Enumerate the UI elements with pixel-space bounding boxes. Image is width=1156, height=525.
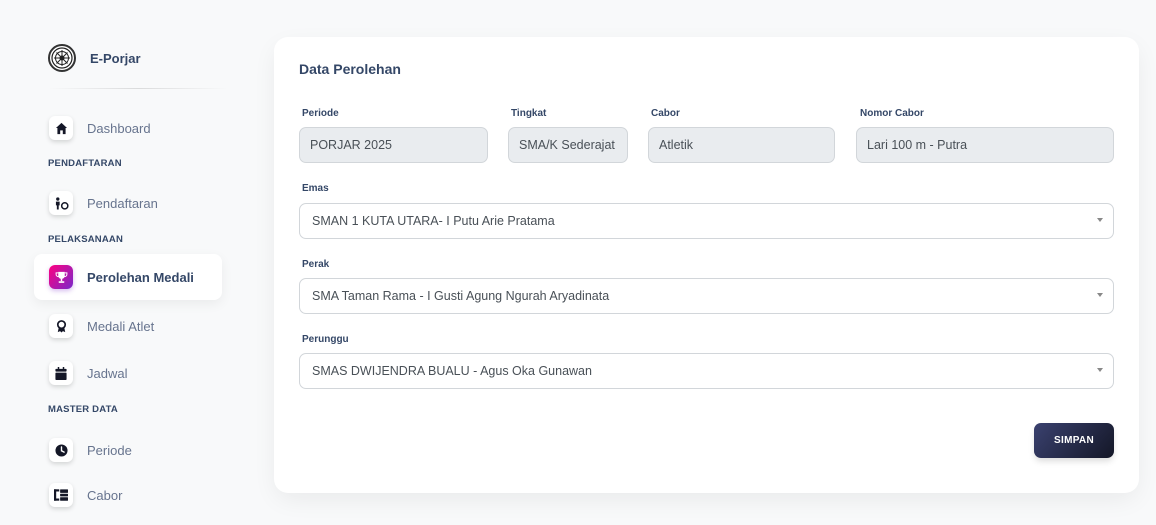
perunggu-selected-value: SMAS DWIJENDRA BUALU - Agus Oka Gunawan bbox=[312, 364, 592, 378]
sidebar-item-medali-atlet[interactable]: Medali Atlet bbox=[34, 303, 222, 349]
section-label-pelaksanaan: PELAKSANAAN bbox=[48, 234, 124, 245]
perunggu-label: Perunggu bbox=[302, 334, 349, 345]
chevron-down-icon bbox=[1097, 293, 1103, 297]
tingkat-label: Tingkat bbox=[511, 108, 547, 119]
data-perolehan-card: Data Perolehan Periode PORJAR 2025 Tingk… bbox=[274, 37, 1139, 493]
calendar-icon bbox=[49, 361, 73, 385]
sidebar-item-label: Medali Atlet bbox=[87, 318, 155, 334]
sidebar-item-label: Perolehan Medali bbox=[87, 269, 194, 285]
brand-name: E-Porjar bbox=[90, 50, 141, 66]
perak-label: Perak bbox=[302, 259, 330, 270]
home-icon bbox=[49, 116, 73, 140]
app-root: E-Porjar Dashboard PENDAFTARAN Pendaftar… bbox=[0, 0, 1156, 525]
periode-field: PORJAR 2025 bbox=[299, 127, 488, 163]
cabor-label: Cabor bbox=[651, 108, 680, 119]
section-label-pendaftaran: PENDAFTARAN bbox=[48, 158, 122, 169]
medal-icon bbox=[49, 314, 73, 338]
nomor-cabor-label: Nomor Cabor bbox=[860, 108, 924, 119]
sitemap-icon bbox=[49, 483, 73, 507]
perunggu-select[interactable]: SMAS DWIJENDRA BUALU - Agus Oka Gunawan bbox=[299, 353, 1114, 389]
sidebar-item-dashboard[interactable]: Dashboard bbox=[34, 105, 222, 151]
emas-selected-value: SMAN 1 KUTA UTARA- I Putu Arie Pratama bbox=[312, 214, 555, 228]
emblem-icon bbox=[48, 44, 76, 72]
sidebar-item-cabor[interactable]: Cabor bbox=[34, 472, 222, 518]
sidebar-item-periode[interactable]: Periode bbox=[34, 427, 222, 473]
save-button[interactable]: SIMPAN bbox=[1034, 423, 1114, 458]
sidebar: E-Porjar Dashboard PENDAFTARAN Pendaftar… bbox=[0, 0, 245, 525]
section-label-master-data: MASTER DATA bbox=[48, 404, 118, 415]
chevron-down-icon bbox=[1097, 218, 1103, 222]
sidebar-item-label: Pendaftaran bbox=[87, 195, 158, 211]
tingkat-field: SMA/K Sederajat bbox=[508, 127, 628, 163]
card-title: Data Perolehan bbox=[299, 61, 401, 77]
emas-select[interactable]: SMAN 1 KUTA UTARA- I Putu Arie Pratama bbox=[299, 203, 1114, 239]
brand[interactable]: E-Porjar bbox=[48, 42, 141, 74]
clock-icon bbox=[49, 438, 73, 462]
perak-select[interactable]: SMA Taman Rama - I Gusti Agung Ngurah Ar… bbox=[299, 278, 1114, 314]
sidebar-item-perolehan-medali[interactable]: Perolehan Medali bbox=[34, 254, 222, 300]
trophy-icon bbox=[49, 265, 73, 289]
sidebar-item-label: Jadwal bbox=[87, 365, 128, 381]
brand-divider bbox=[48, 88, 228, 89]
sidebar-item-pendaftaran[interactable]: Pendaftaran bbox=[34, 180, 222, 226]
sidebar-item-label: Dashboard bbox=[87, 120, 151, 136]
emas-label: Emas bbox=[302, 183, 329, 194]
sidebar-item-jadwal[interactable]: Jadwal bbox=[34, 350, 222, 396]
person-register-icon bbox=[49, 191, 73, 215]
chevron-down-icon bbox=[1097, 368, 1103, 372]
perak-selected-value: SMA Taman Rama - I Gusti Agung Ngurah Ar… bbox=[312, 289, 610, 303]
sidebar-item-label: Periode bbox=[87, 442, 132, 458]
cabor-field: Atletik bbox=[648, 127, 835, 163]
nomor-cabor-field: Lari 100 m - Putra bbox=[856, 127, 1114, 163]
periode-label: Periode bbox=[302, 108, 339, 119]
sidebar-item-label: Cabor bbox=[87, 487, 123, 503]
